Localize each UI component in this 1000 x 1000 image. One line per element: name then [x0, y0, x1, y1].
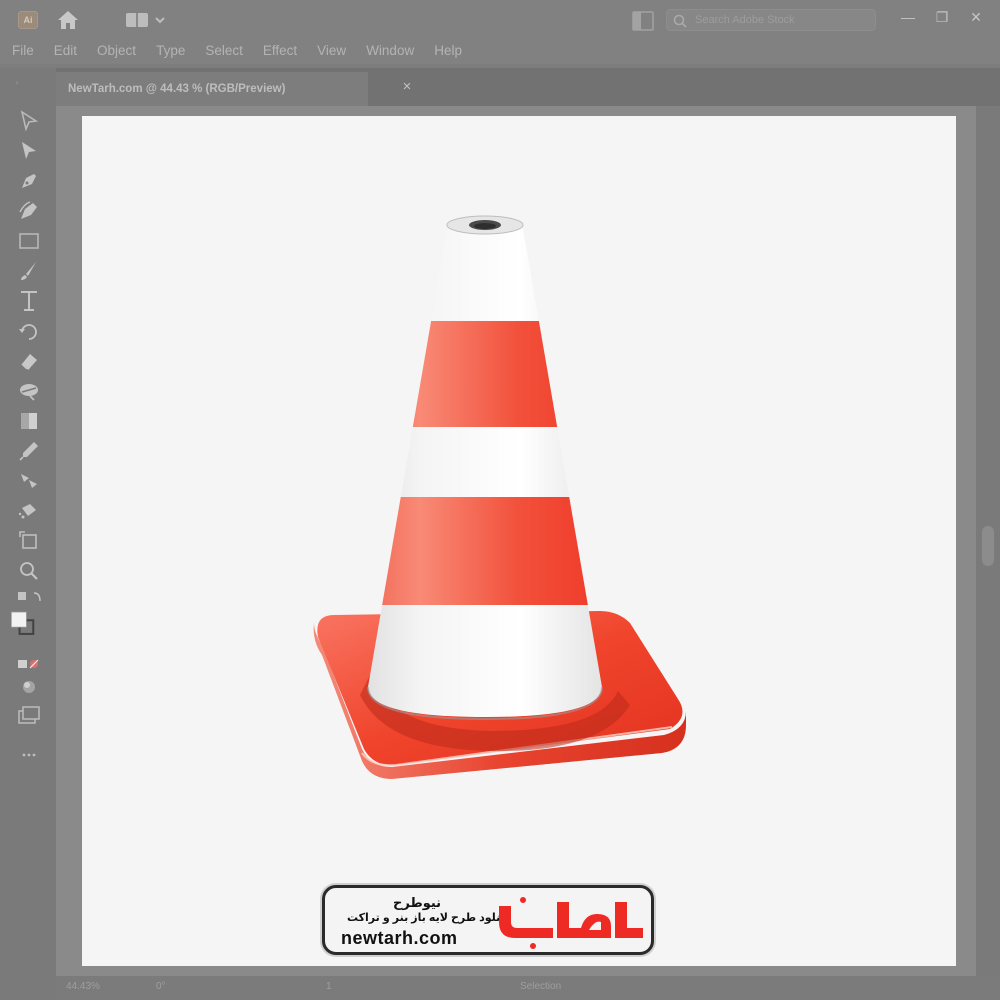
- selection-tool-icon[interactable]: [16, 108, 42, 134]
- curvature-tool-icon[interactable]: [16, 198, 42, 224]
- eyedropper-tool-icon[interactable]: [16, 438, 42, 464]
- newtarh-watermark: نیوطرح دانلود طرح لایه باز بنر و تراکت n…: [322, 885, 654, 955]
- menu-window[interactable]: Window: [366, 40, 414, 61]
- fill-stroke-swatches[interactable]: [10, 610, 48, 646]
- rotation-angle[interactable]: 0°: [156, 981, 166, 992]
- direct-selection-tool-icon[interactable]: [16, 138, 42, 164]
- zoom-tool-icon[interactable]: [16, 558, 42, 584]
- gradient-tool-icon[interactable]: [16, 408, 42, 434]
- more-tools-icon[interactable]: [16, 742, 42, 757]
- traffic-cone-artwork[interactable]: [300, 205, 700, 795]
- status-bar: 44.43% 0° 1 Selection: [56, 976, 1000, 1000]
- app-logo: Ai: [18, 11, 38, 29]
- zoom-level[interactable]: 44.43%: [66, 981, 100, 992]
- menu-type[interactable]: Type: [156, 40, 185, 61]
- scroll-thumb[interactable]: [982, 526, 994, 566]
- document-tab[interactable]: NewTarh.com @ 44.43 % (RGB/Preview): [56, 72, 368, 106]
- stock-search-box[interactable]: [666, 9, 876, 31]
- tools-panel: [0, 68, 56, 1000]
- menu-bar: File Edit Object Type Select Effect View…: [0, 40, 1000, 64]
- search-input[interactable]: [695, 12, 871, 28]
- menu-effect[interactable]: Effect: [263, 40, 297, 61]
- menu-help[interactable]: Help: [434, 40, 462, 61]
- color-mode-icons[interactable]: [16, 652, 42, 670]
- artboard-number[interactable]: 1: [326, 981, 332, 992]
- rectangle-tool-icon[interactable]: [16, 228, 42, 254]
- menu-view[interactable]: View: [317, 40, 346, 61]
- watermark-title: نیوطرح: [393, 895, 442, 910]
- document-tab-bar: NewTarh.com @ 44.43 % (RGB/Preview) ×: [56, 68, 1000, 106]
- watermark-tagline: دانلود طرح لایه باز بنر و تراکت: [347, 912, 510, 924]
- screen-mode-icon[interactable]: [16, 702, 42, 724]
- vertical-scrollbar[interactable]: [976, 106, 1000, 976]
- swap-fill-stroke-icon[interactable]: [16, 586, 42, 606]
- minimize-button[interactable]: —: [896, 6, 920, 28]
- type-tool-icon[interactable]: [16, 288, 42, 314]
- newtarh-logo: [499, 897, 643, 949]
- arrange-documents-icon[interactable]: [632, 11, 654, 31]
- paintbrush-tool-icon[interactable]: [16, 258, 42, 284]
- watermark-url: newtarh.com: [341, 928, 458, 948]
- shape-builder-tool-icon[interactable]: [16, 378, 42, 404]
- title-bar: Ai — ❐ ✕: [0, 0, 1000, 40]
- workspace-switcher-icon[interactable]: [126, 12, 166, 28]
- search-icon: [673, 14, 687, 28]
- close-window-button[interactable]: ✕: [964, 6, 988, 28]
- pen-tool-icon[interactable]: [16, 168, 42, 194]
- artboard-tool-icon[interactable]: [16, 528, 42, 554]
- menu-edit[interactable]: Edit: [54, 40, 77, 61]
- blend-tool-icon[interactable]: [16, 468, 42, 494]
- restore-button[interactable]: ❐: [930, 6, 954, 28]
- home-icon[interactable]: [56, 9, 80, 31]
- menu-select[interactable]: Select: [205, 40, 243, 61]
- symbol-sprayer-tool-icon[interactable]: [16, 498, 42, 524]
- menu-object[interactable]: Object: [97, 40, 136, 61]
- drawing-modes-icon[interactable]: [16, 674, 42, 696]
- menu-file[interactable]: File: [12, 40, 34, 61]
- panel-collapse-handle[interactable]: [4, 70, 52, 84]
- eraser-tool-icon[interactable]: [16, 348, 42, 374]
- close-tab-icon[interactable]: ×: [400, 79, 414, 94]
- status-mode: Selection: [520, 981, 562, 992]
- rotate-tool-icon[interactable]: [16, 318, 42, 344]
